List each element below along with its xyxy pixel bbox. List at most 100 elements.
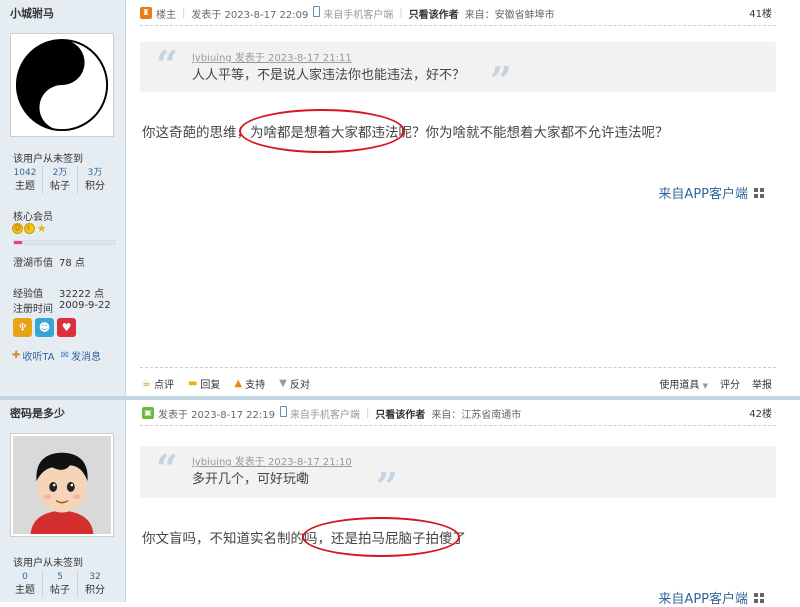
- thumb-down-icon: ▼: [279, 378, 287, 389]
- stat-posts-value: 2万: [52, 168, 68, 178]
- app-client-link[interactable]: 来自APP客户端: [658, 588, 764, 607]
- client-link[interactable]: 来自手机客户端: [290, 406, 360, 421]
- register-row: 注册时间 2009-9-22: [13, 300, 111, 315]
- post-location: 来自：江苏省南通市: [431, 409, 522, 421]
- star-icon: ★: [36, 222, 47, 235]
- experience-value: 32222 点: [59, 289, 104, 300]
- author-name[interactable]: 小城驸马: [10, 5, 54, 21]
- floor-number[interactable]: 42楼: [749, 405, 772, 420]
- post-body: 你文盲吗，不知道实名制的吗，还是拍马屁脑子拍傻了: [142, 531, 466, 547]
- stat-posts-label: 帖子: [50, 181, 70, 192]
- post-tools: 使用道具 ▼ 评分 举报: [659, 376, 772, 391]
- support-button[interactable]: ▲ 支持: [234, 376, 265, 391]
- stat-threads-label: 主题: [15, 181, 35, 192]
- oppose-button[interactable]: ▼ 反对: [279, 376, 310, 391]
- oppose-label: 反对: [289, 380, 310, 391]
- stat-posts-label: 帖子: [50, 585, 70, 596]
- currency-value: 78 点: [59, 258, 85, 269]
- stat-points[interactable]: 32 积分: [77, 570, 112, 598]
- author-name[interactable]: 密码是多少: [10, 405, 65, 421]
- stat-threads[interactable]: 0 主题: [8, 570, 42, 598]
- post-actions: ☕ 点评 ▬ 回复 ▲ 支持 ▼ 反对: [142, 376, 310, 391]
- rate-label: 点评: [153, 380, 174, 391]
- stat-threads-label: 主题: [15, 585, 35, 596]
- quote-block: “ lybiuing 发表于 2023-8-17 21:11 人人平等，不是说人…: [140, 42, 776, 100]
- message-label: 发消息: [70, 352, 101, 363]
- post-time: 发表于 2023-8-17 22:19: [158, 409, 275, 421]
- quote-text: 多开几个，可好玩嘞: [192, 472, 310, 487]
- level-stars: ☺ ☾ ★: [12, 223, 47, 234]
- floor-number[interactable]: 41楼: [749, 5, 772, 20]
- sign-status: 该用户从未签到: [13, 154, 83, 165]
- medal-trophy-icon[interactable]: ♆: [13, 318, 32, 337]
- only-author-link[interactable]: 只看该作者: [375, 406, 425, 421]
- stat-posts[interactable]: 5 帖子: [42, 570, 77, 598]
- post-location: 来自：安徽省蚌埠市: [464, 9, 555, 21]
- cartoon-boy-avatar: [13, 436, 111, 534]
- post-icon: ▣: [142, 407, 154, 419]
- level-progress-fill: [14, 241, 23, 244]
- meta-divider: [140, 425, 776, 426]
- stat-posts-value: 5: [57, 572, 63, 582]
- stat-points[interactable]: 3万 积分: [77, 166, 112, 194]
- author-stats: 0 主题 5 帖子 32 积分: [8, 570, 112, 598]
- only-author-link[interactable]: 只看该作者: [409, 6, 459, 21]
- experience-row: 经验值 32222 点: [13, 285, 104, 300]
- post-41: 小城驸马 该用户从未签到 1042 主题 2万帖子 3万 积分 核心会员 ☺ ☾ ★…: [0, 0, 800, 396]
- props-menu[interactable]: 使用道具 ▼: [659, 376, 708, 391]
- support-label: 支持: [245, 380, 266, 391]
- stat-threads-value: 0: [22, 572, 28, 582]
- client-link[interactable]: 来自手机客户端: [323, 6, 393, 21]
- medals: ♆ ☻ ♥: [13, 318, 76, 337]
- rate-button[interactable]: ☕ 点评: [142, 376, 174, 391]
- chevron-down-icon: ▼: [702, 382, 708, 390]
- moon-icon: ☾: [24, 223, 35, 234]
- author-stats: 1042 主题 2万帖子 3万 积分: [8, 166, 112, 194]
- score-button[interactable]: 评分: [720, 376, 740, 391]
- qr-grid-icon: [754, 592, 764, 603]
- mail-icon: ✉: [60, 350, 69, 361]
- stat-threads[interactable]: 1042 主题: [8, 166, 42, 194]
- quote-open-icon: “: [156, 446, 178, 491]
- sign-status: 该用户从未签到: [13, 558, 83, 569]
- avatar[interactable]: [10, 433, 114, 537]
- reply-button[interactable]: ▬ 回复: [188, 376, 220, 391]
- quote-author[interactable]: lybiuing 发表于 2023-8-17 21:10: [192, 453, 352, 468]
- stat-points-value: 3万: [87, 168, 103, 178]
- stat-threads-value: 1042: [13, 168, 37, 178]
- stat-points-label: 积分: [85, 585, 105, 596]
- experience-label: 经验值: [13, 289, 43, 300]
- author-sidebar: 小城驸马 该用户从未签到 1042 主题 2万帖子 3万 积分 核心会员 ☺ ☾ ★…: [0, 0, 126, 396]
- follow-icon: ✚: [12, 350, 21, 361]
- post-42: 密码是多少 该用户从未签到 0 主题 5 帖子 32 积分 ▣ 发表于 2023…: [0, 400, 800, 607]
- comment-icon: ☕: [142, 378, 151, 389]
- yin-yang-avatar: [13, 36, 111, 134]
- avatar[interactable]: [10, 33, 114, 137]
- author-sidebar: 密码是多少 该用户从未签到 0 主题 5 帖子 32 积分: [0, 400, 126, 602]
- follow-label: 收听TA: [22, 352, 55, 363]
- quote-open-icon: “: [156, 42, 178, 87]
- currency-label: 澄湖币值: [13, 258, 53, 269]
- reply-label: 回复: [200, 380, 221, 391]
- medal-smile-icon[interactable]: ☻: [35, 318, 54, 337]
- user-group[interactable]: 核心会员: [13, 208, 53, 223]
- quote-block: “ lybiuing 发表于 2023-8-17 21:10 多开几个，可好玩嘞…: [140, 446, 776, 506]
- landlord-icon: ♜: [140, 7, 152, 19]
- quote-author[interactable]: lybiuing 发表于 2023-8-17 21:11: [192, 49, 352, 64]
- medal-heart-icon[interactable]: ♥: [57, 318, 76, 337]
- phone-icon: [313, 6, 321, 17]
- follow-button[interactable]: ✚ 收听TA: [12, 348, 55, 363]
- stat-posts[interactable]: 2万帖子: [42, 166, 77, 194]
- message-button[interactable]: ✉ 发消息: [61, 348, 101, 363]
- post-meta: ▣ 发表于 2023-8-17 22:19 来自手机客户端 | 只看该作者 来自…: [142, 405, 776, 421]
- app-client-link[interactable]: 来自APP客户端: [658, 183, 764, 202]
- app-client-label: 来自APP客户端: [658, 592, 748, 607]
- quote-close-icon: ”: [376, 464, 398, 509]
- quote-close-icon: ”: [490, 58, 512, 103]
- qr-grid-icon: [754, 187, 764, 198]
- post-content: ▣ 发表于 2023-8-17 22:19 来自手机客户端 | 只看该作者 来自…: [126, 400, 800, 607]
- report-button[interactable]: 举报: [752, 376, 772, 391]
- post-meta: ♜ 楼主 | 发表于 2023-8-17 22:09 来自手机客户端 | 只看该…: [140, 5, 776, 21]
- currency-row: 澄湖币值 78 点: [13, 254, 85, 269]
- props-label: 使用道具: [659, 380, 700, 391]
